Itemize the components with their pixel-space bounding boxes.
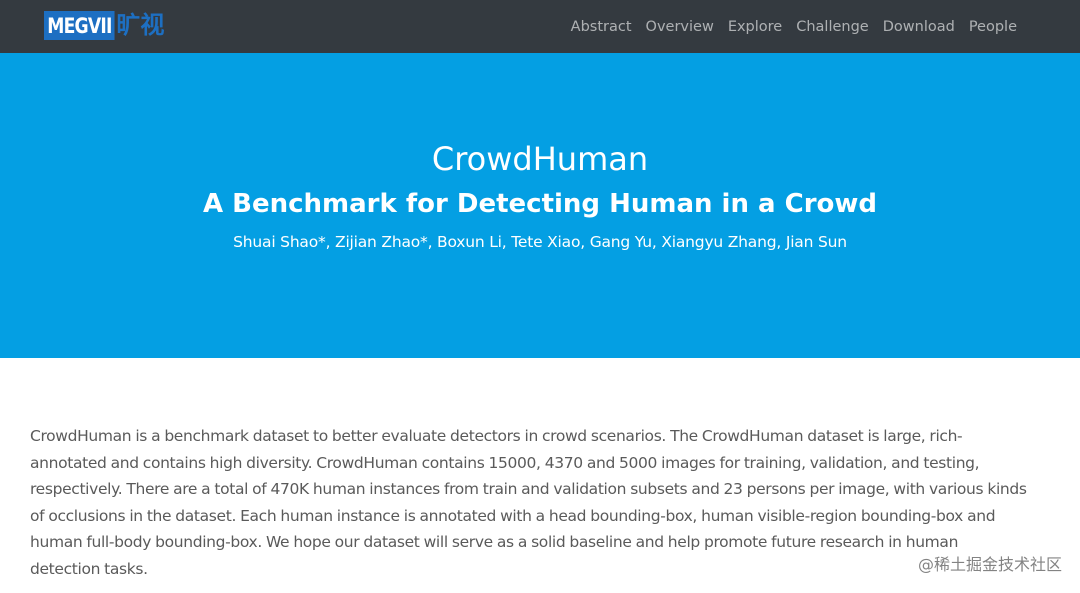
watermark: @稀土掘金技术社区 bbox=[917, 555, 1062, 574]
nav-link-download[interactable]: Download bbox=[883, 19, 955, 35]
nav-link-overview[interactable]: Overview bbox=[646, 19, 714, 35]
logo-cn-text: 旷视 bbox=[116, 11, 165, 39]
nav-link-abstract[interactable]: Abstract bbox=[571, 19, 632, 35]
nav-link-explore[interactable]: Explore bbox=[728, 19, 782, 35]
nav-link-people[interactable]: People bbox=[969, 19, 1017, 35]
page-subtitle: A Benchmark for Detecting Human in a Cro… bbox=[202, 189, 878, 219]
logo-text: MEGVII bbox=[44, 10, 115, 40]
author-list: Shuai Shao*, Zijian Zhao*, Boxun Li, Tet… bbox=[233, 233, 847, 251]
nav-link-challenge[interactable]: Challenge bbox=[796, 19, 869, 35]
top-navbar: MEGVII 旷视 Abstract Overview Explore Chal… bbox=[0, 0, 1080, 53]
megvii-logo[interactable]: MEGVII 旷视 bbox=[44, 9, 164, 41]
page-title: CrowdHuman bbox=[431, 140, 649, 178]
abstract-paragraph: CrowdHuman is a benchmark dataset to bet… bbox=[30, 427, 1027, 578]
nav-links: Abstract Overview Explore Challenge Down… bbox=[557, 0, 1017, 53]
hero-banner: CrowdHuman A Benchmark for Detecting Hum… bbox=[0, 53, 1080, 358]
